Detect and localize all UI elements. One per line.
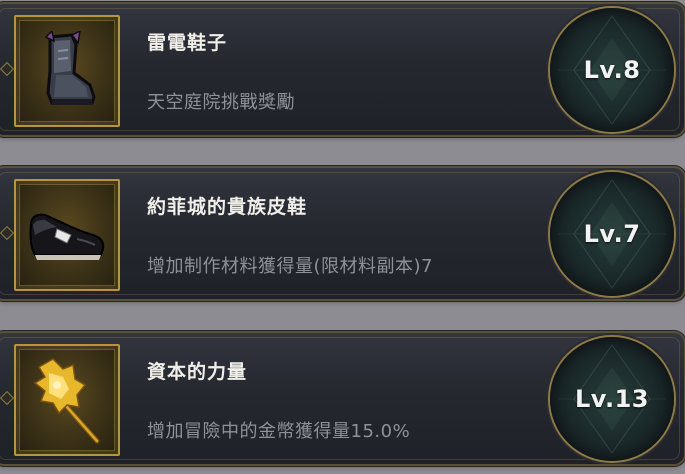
item-icon-frame[interactable] <box>14 15 120 127</box>
level-label: Lv.8 <box>583 56 641 84</box>
level-badge: Lv.8 <box>550 8 674 132</box>
level-label: Lv.13 <box>575 385 649 413</box>
item-name: 雷電鞋子 <box>147 32 228 54</box>
item-icon-frame[interactable] <box>14 344 120 456</box>
golden-scepter-icon <box>33 358 100 444</box>
item-card[interactable]: 雷電鞋子 天空庭院挑戰獎勵 Lv.8 <box>0 4 684 135</box>
item-icon-frame[interactable] <box>14 179 120 291</box>
item-description: 增加冒險中的金幣獲得量15.0% <box>147 421 411 442</box>
item-card[interactable]: 約菲城的貴族皮鞋 增加制作材料獲得量(限材料副本)7 Lv.7 <box>0 168 684 299</box>
level-badge: Lv.7 <box>550 172 674 296</box>
item-description: 增加制作材料獲得量(限材料副本)7 <box>147 256 433 277</box>
level-label: Lv.7 <box>583 220 641 248</box>
item-card[interactable]: 資本的力量 增加冒險中的金幣獲得量15.0% Lv.13 <box>0 333 684 464</box>
card-ornament <box>0 390 15 406</box>
item-name: 約菲城的貴族皮鞋 <box>147 196 308 218</box>
leather-shoe-icon <box>29 213 105 260</box>
item-name: 資本的力量 <box>147 361 248 383</box>
card-ornament <box>0 225 15 241</box>
level-badge: Lv.13 <box>550 337 674 461</box>
card-ornament <box>0 61 15 77</box>
armored-boot-icon <box>44 31 96 105</box>
item-description: 天空庭院挑戰獎勵 <box>147 92 295 113</box>
